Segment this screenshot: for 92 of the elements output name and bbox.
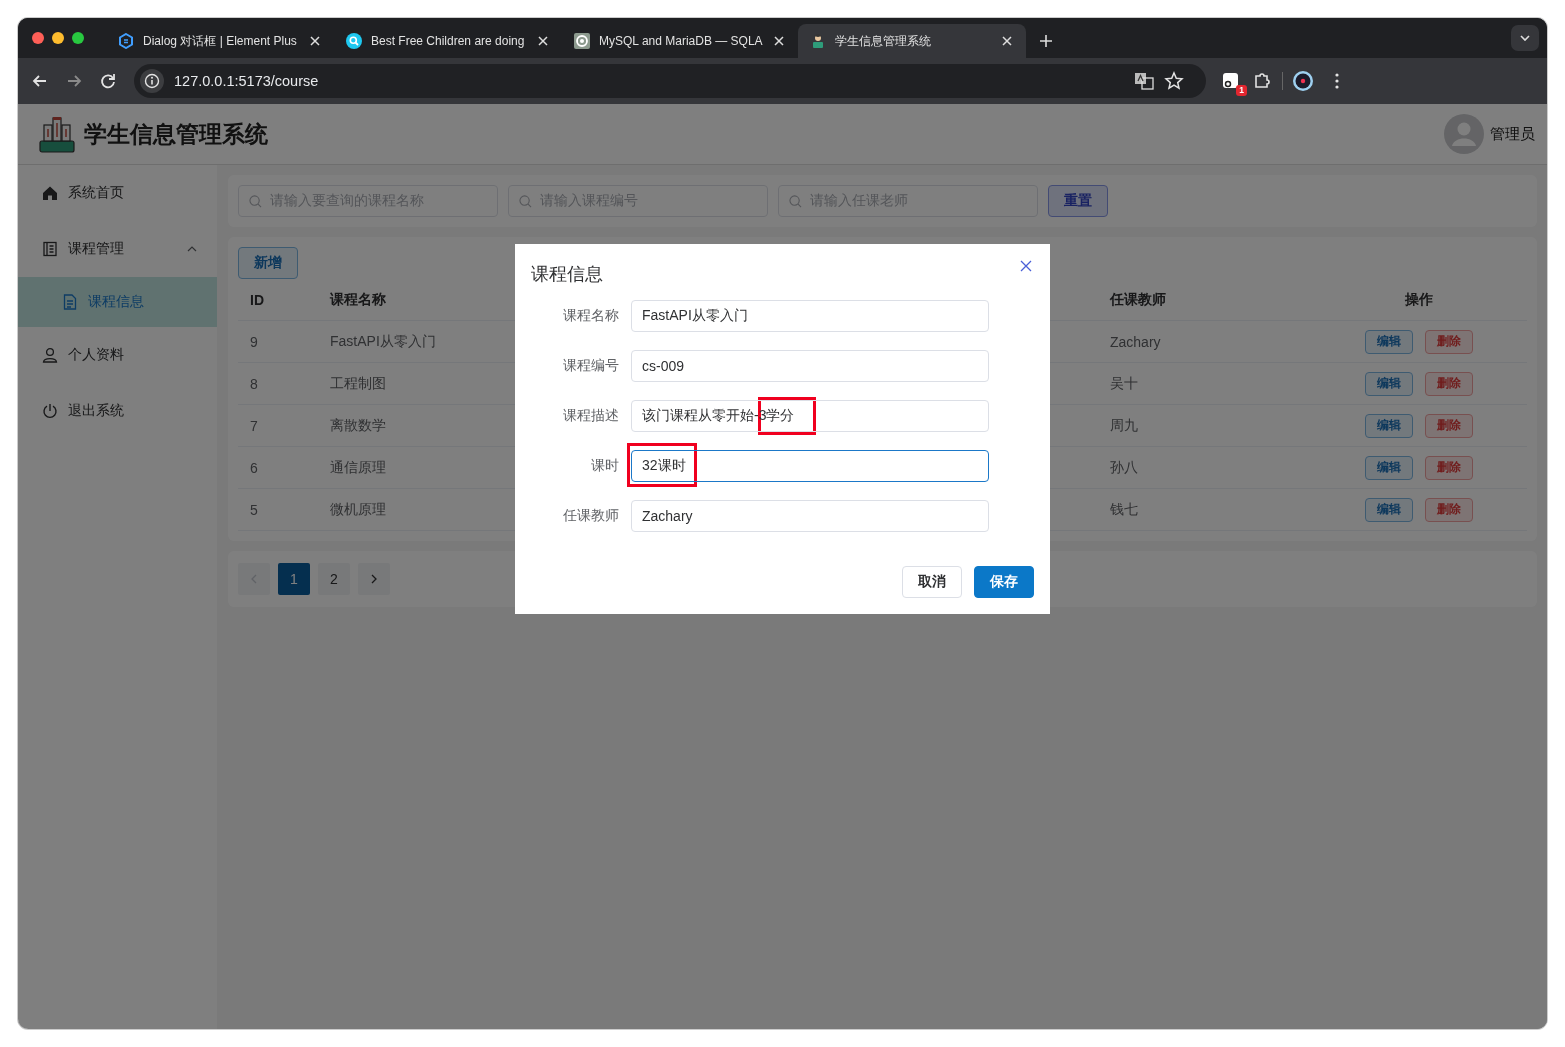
home-icon	[42, 185, 58, 201]
browser-tab[interactable]: MySQL and MariaDB — SQLA	[562, 24, 798, 58]
ring-icon	[574, 33, 590, 49]
table-cell-text: 钱七	[1109, 500, 1139, 519]
close-icon[interactable]	[308, 36, 322, 46]
close-icon[interactable]	[771, 36, 786, 46]
table-cell-text: 工程制图	[329, 374, 387, 393]
chevron-left-icon	[250, 574, 258, 584]
table-cell-text: 8	[249, 375, 259, 392]
table-cell-text: FastAPI从零入门	[329, 332, 437, 351]
power-icon	[42, 403, 58, 419]
user-name: 管理员	[1490, 124, 1535, 144]
notification-badge: 1	[1236, 85, 1247, 96]
tab-title: 学生信息管理系统	[834, 32, 932, 50]
dialog-title: 课程信息	[531, 263, 603, 286]
user-icon	[42, 347, 58, 363]
edit-button[interactable]: 编辑	[1364, 413, 1413, 438]
table-cell-text: 微机原理	[329, 500, 387, 519]
save-button[interactable]: 保存	[974, 566, 1034, 598]
sidebar-item[interactable]: 课程管理	[18, 221, 217, 277]
address-bar[interactable]: 127.0.0.1:5173/course	[134, 64, 1206, 98]
column-header: 课程名称	[328, 290, 387, 309]
input-field[interactable]: Zachary	[631, 500, 989, 532]
tab-title: MySQL and MariaDB — SQLA	[599, 34, 763, 48]
edit-button[interactable]: 编辑	[1364, 371, 1413, 396]
sidebar-item[interactable]: 课程信息	[18, 277, 217, 327]
reset-button[interactable]: 重置	[1048, 185, 1108, 217]
close-icon[interactable]	[536, 36, 550, 46]
close-window-button[interactable]	[32, 32, 44, 44]
input-field[interactable]: cs-009	[631, 350, 989, 382]
caret-icon[interactable]	[187, 246, 197, 252]
delete-button[interactable]: 删除	[1424, 329, 1473, 354]
highlight-frame	[627, 443, 697, 487]
input-field[interactable]: FastAPI从零入门	[631, 300, 989, 332]
document-icon	[62, 294, 78, 310]
edit-button[interactable]: 编辑	[1364, 329, 1413, 354]
table-cell-text: 5	[249, 501, 259, 518]
search-icon	[789, 194, 802, 208]
search-icon	[346, 33, 362, 49]
edit-button[interactable]: 编辑	[1364, 455, 1413, 480]
notebook-icon	[42, 241, 58, 257]
column-header: 操作	[1403, 290, 1434, 309]
close-icon[interactable]	[999, 36, 1014, 46]
add-button[interactable]: 新增	[238, 247, 298, 279]
column-header: 任课教师	[1108, 290, 1167, 309]
search-icon	[519, 194, 532, 208]
page-button[interactable]: 2	[318, 563, 350, 595]
browser-tab[interactable]: 学生信息管理系统	[797, 24, 1026, 58]
tab-title: Best Free Children are doing	[371, 34, 526, 48]
page-button[interactable]: 1	[278, 563, 310, 595]
field-label: 课程编号	[562, 357, 620, 375]
url-text: 127.0.0.1:5173/course	[174, 73, 319, 89]
table-cell-text: 9	[249, 333, 259, 350]
sidebar-item[interactable]: 个人资料	[18, 327, 217, 383]
table-cell-text: 离散数学	[329, 416, 387, 435]
app-title: 学生信息管理系统	[84, 119, 268, 149]
delete-button[interactable]: 删除	[1424, 371, 1473, 396]
tab-title: Dialog 对话框 | Element Plus	[143, 32, 298, 50]
field-label: 课程名称	[562, 307, 620, 325]
edit-button[interactable]: 编辑	[1364, 497, 1413, 522]
table-cell-text: 6	[249, 459, 259, 476]
browser-tab[interactable]: Best Free Children are doing	[334, 24, 562, 58]
input-field[interactable]: 32课时	[631, 450, 989, 482]
search-icon	[249, 194, 262, 208]
tab-search-button[interactable]	[1511, 25, 1539, 51]
close-button[interactable]	[1020, 260, 1032, 272]
logo-icon	[38, 115, 76, 153]
cancel-button[interactable]: 取消	[902, 566, 962, 598]
sidebar-item[interactable]: 系统首页	[18, 165, 217, 221]
column-header: ID	[249, 291, 265, 308]
delete-button[interactable]: 删除	[1424, 497, 1473, 522]
delete-button[interactable]: 删除	[1424, 455, 1473, 480]
delete-button[interactable]: 删除	[1424, 413, 1473, 438]
chevron-right-icon	[370, 574, 378, 584]
chevron-down-icon	[1519, 34, 1531, 42]
table-cell-text: 孙八	[1109, 458, 1139, 477]
info-icon[interactable]	[140, 69, 164, 93]
table-cell-text: Zachary	[1109, 333, 1162, 350]
star-icon[interactable]	[1164, 71, 1184, 91]
table-cell-text: 周九	[1109, 416, 1139, 435]
translate-icon[interactable]	[1134, 71, 1154, 91]
browser-tab[interactable]: Dialog 对话框 | Element Plus	[106, 24, 334, 58]
field-label: 任课教师	[562, 507, 620, 525]
table-cell-text: 吴十	[1109, 374, 1139, 393]
minimize-window-button[interactable]	[52, 32, 64, 44]
maximize-window-button[interactable]	[72, 32, 84, 44]
table-cell-text: 7	[249, 417, 259, 434]
field-label: 课时	[590, 457, 620, 475]
table-cell-text: 通信原理	[329, 458, 387, 477]
hexagon-icon	[118, 33, 134, 49]
field-label: 课程描述	[562, 407, 620, 425]
sidebar-item[interactable]: 退出系统	[18, 383, 217, 439]
